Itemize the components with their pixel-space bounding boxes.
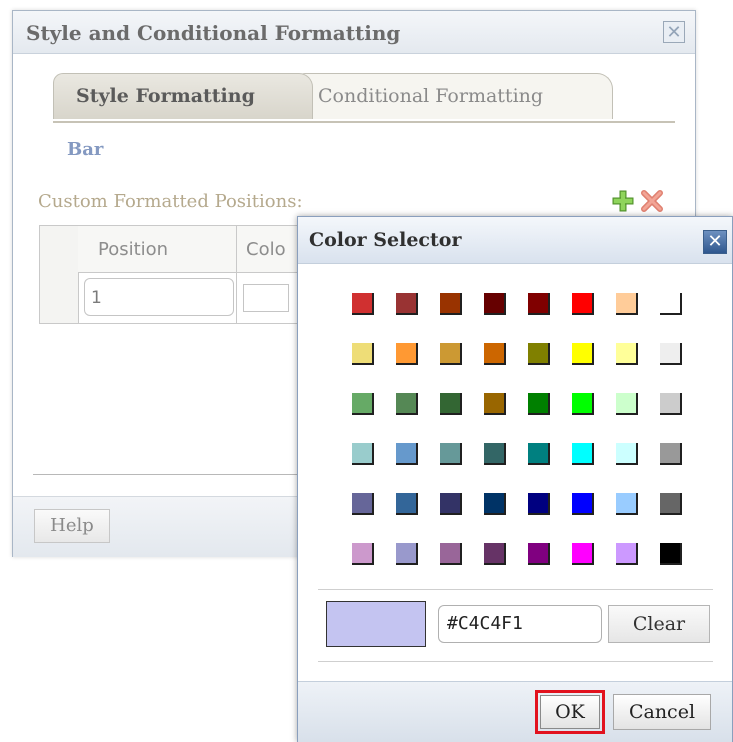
color-swatch[interactable] xyxy=(528,393,550,415)
delete-icon[interactable] xyxy=(639,188,665,214)
color-selector-footer: OK Cancel xyxy=(298,681,732,742)
color-swatch[interactable] xyxy=(352,343,374,365)
color-swatch[interactable] xyxy=(352,493,374,515)
color-swatch[interactable] xyxy=(396,443,418,465)
color-swatch[interactable] xyxy=(616,543,638,565)
color-swatch[interactable] xyxy=(660,393,682,415)
section-title: Bar xyxy=(67,139,104,160)
color-swatch[interactable] xyxy=(440,543,462,565)
color-swatch[interactable] xyxy=(660,293,682,315)
color-swatch[interactable] xyxy=(572,343,594,365)
color-swatch[interactable] xyxy=(396,393,418,415)
divider xyxy=(318,661,713,662)
color-swatch[interactable] xyxy=(484,343,506,365)
color-swatch[interactable] xyxy=(528,443,550,465)
color-swatch[interactable] xyxy=(352,443,374,465)
color-swatch[interactable] xyxy=(484,293,506,315)
custom-positions-label: Custom Formatted Positions: xyxy=(38,191,303,212)
column-header-position: Position xyxy=(98,239,169,260)
color-swatch[interactable] xyxy=(352,543,374,565)
color-swatch[interactable] xyxy=(616,443,638,465)
close-icon[interactable]: ✕ xyxy=(703,230,727,254)
color-swatch[interactable] xyxy=(396,293,418,315)
color-swatch[interactable] xyxy=(396,493,418,515)
color-swatch[interactable] xyxy=(616,293,638,315)
ok-button[interactable]: OK xyxy=(540,695,600,729)
tab-conditional-formatting[interactable]: Conditional Formatting xyxy=(295,73,613,119)
color-swatch[interactable] xyxy=(440,343,462,365)
color-swatch[interactable] xyxy=(572,493,594,515)
color-swatch[interactable] xyxy=(572,443,594,465)
color-swatch[interactable] xyxy=(352,393,374,415)
color-swatch[interactable] xyxy=(660,543,682,565)
color-picker-field[interactable] xyxy=(243,284,289,312)
position-input[interactable]: 1 xyxy=(84,278,234,316)
selected-color-preview xyxy=(326,601,426,647)
column-divider xyxy=(236,226,237,323)
color-swatch[interactable] xyxy=(528,493,550,515)
add-icon[interactable] xyxy=(610,188,636,214)
color-swatch[interactable] xyxy=(528,293,550,315)
color-swatch[interactable] xyxy=(528,543,550,565)
color-swatch[interactable] xyxy=(396,343,418,365)
color-swatch[interactable] xyxy=(660,443,682,465)
color-swatch[interactable] xyxy=(484,543,506,565)
color-selector-title: Color Selector xyxy=(309,229,462,251)
color-swatch[interactable] xyxy=(484,493,506,515)
divider xyxy=(318,589,713,590)
tab-style-formatting[interactable]: Style Formatting xyxy=(53,73,313,119)
color-swatch[interactable] xyxy=(572,393,594,415)
color-swatch[interactable] xyxy=(660,343,682,365)
tab-underline xyxy=(53,121,675,123)
column-header-color: Colo xyxy=(246,239,286,260)
help-button[interactable]: Help xyxy=(34,509,110,543)
color-swatch[interactable] xyxy=(440,443,462,465)
hex-color-input[interactable]: #C4C4F1 xyxy=(438,605,602,643)
color-swatch[interactable] xyxy=(440,293,462,315)
color-swatch[interactable] xyxy=(440,393,462,415)
color-swatch[interactable] xyxy=(396,543,418,565)
color-swatch[interactable] xyxy=(616,343,638,365)
color-swatch[interactable] xyxy=(572,543,594,565)
color-swatch[interactable] xyxy=(572,293,594,315)
color-swatch[interactable] xyxy=(352,293,374,315)
color-swatch[interactable] xyxy=(616,393,638,415)
cancel-button[interactable]: Cancel xyxy=(613,694,711,730)
color-swatch[interactable] xyxy=(660,493,682,515)
color-swatch[interactable] xyxy=(484,443,506,465)
clear-button[interactable]: Clear xyxy=(608,605,710,643)
color-swatch[interactable] xyxy=(528,343,550,365)
color-selector-dialog: Color Selector ✕ #C4C4F1 Clear OK Cancel xyxy=(297,216,733,742)
dialog-titlebar: Style and Conditional Formatting ✕ xyxy=(13,11,695,54)
color-selector-titlebar: Color Selector ✕ xyxy=(298,217,732,264)
row-header-column xyxy=(40,226,79,323)
tab-strip: Conditional Formatting Style Formatting xyxy=(53,73,675,121)
color-swatch[interactable] xyxy=(616,493,638,515)
dialog-title: Style and Conditional Formatting xyxy=(26,21,401,45)
close-icon[interactable]: ✕ xyxy=(663,21,685,43)
color-swatch[interactable] xyxy=(484,393,506,415)
color-swatch[interactable] xyxy=(440,493,462,515)
